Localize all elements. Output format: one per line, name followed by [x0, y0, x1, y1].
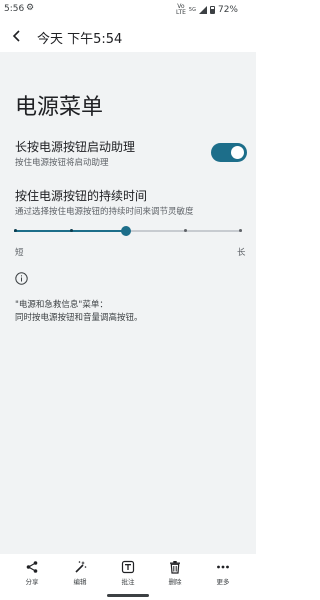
slider-thumb[interactable] [121, 226, 131, 236]
share-button[interactable]: 分享 [12, 560, 52, 586]
status-time: 5:56 [4, 4, 25, 14]
share-label: 分享 [25, 578, 39, 586]
slider-tick [183, 229, 187, 232]
edit-label: 编辑 [73, 578, 87, 586]
slider-tick [69, 229, 73, 232]
share-icon [26, 561, 38, 573]
delete-button[interactable]: 删除 [155, 560, 195, 586]
slider-min-label: 短 [15, 248, 24, 258]
assistant-toggle[interactable] [211, 143, 247, 162]
settings-gear-icon: ⚙ [26, 3, 35, 13]
info-text: "电源和急救信息"菜单： 同时按电源按钮和音量调高按钮。 [15, 299, 143, 325]
duration-slider[interactable] [14, 221, 242, 241]
settings-content: 电源菜单 长按电源按钮启动助理 按住电源按钮将启动助理 按住电源按钮的持续时间 … [0, 52, 256, 554]
magic-wand-icon [75, 561, 87, 573]
battery-icon [209, 6, 215, 14]
text-annotate-icon [121, 560, 135, 574]
more-label: 更多 [216, 578, 230, 586]
info-icon [15, 272, 28, 285]
toggle-knob [231, 146, 244, 159]
delete-label: 删除 [168, 578, 182, 586]
battery-percent: 72% [217, 5, 238, 15]
annotate-button[interactable]: 批注 [108, 560, 148, 586]
viewer-header: 今天 下午5:54 [0, 20, 256, 52]
signal-strength-icon [198, 6, 207, 14]
trash-icon [170, 561, 180, 574]
annotate-label: 批注 [121, 578, 135, 586]
network-type-label: 5G [188, 7, 196, 13]
slider-tick [239, 229, 242, 232]
viewer-title: 今天 下午5:54 [37, 32, 123, 47]
info-text-line2: 同时按电源按钮和音量调高按钮。 [15, 313, 143, 323]
duration-setting-subtitle: 通过选择按住电源按钮的持续时间来调节灵敏度 [15, 207, 194, 217]
duration-setting-title: 按住电源按钮的持续时间 [15, 189, 148, 203]
assistant-setting-title[interactable]: 长按电源按钮启动助理 [15, 138, 135, 155]
more-button[interactable]: 更多 [203, 560, 243, 586]
status-indicators: Vo LTE 5G 72% [176, 4, 238, 16]
volte-label: Vo LTE [175, 3, 186, 16]
edit-button[interactable]: 编辑 [60, 560, 100, 586]
status-bar: 5:56 ⚙ Vo LTE 5G 72% [0, 0, 256, 20]
back-arrow-icon[interactable] [10, 29, 24, 43]
info-text-line1: "电源和急救信息"菜单： [15, 300, 108, 310]
more-icon [217, 565, 229, 569]
page-title: 电源菜单 [15, 95, 104, 120]
slider-tick [14, 229, 17, 232]
home-indicator [107, 594, 149, 597]
slider-max-label: 长 [237, 248, 246, 258]
assistant-setting-subtitle: 按住电源按钮将启动助理 [15, 158, 109, 168]
